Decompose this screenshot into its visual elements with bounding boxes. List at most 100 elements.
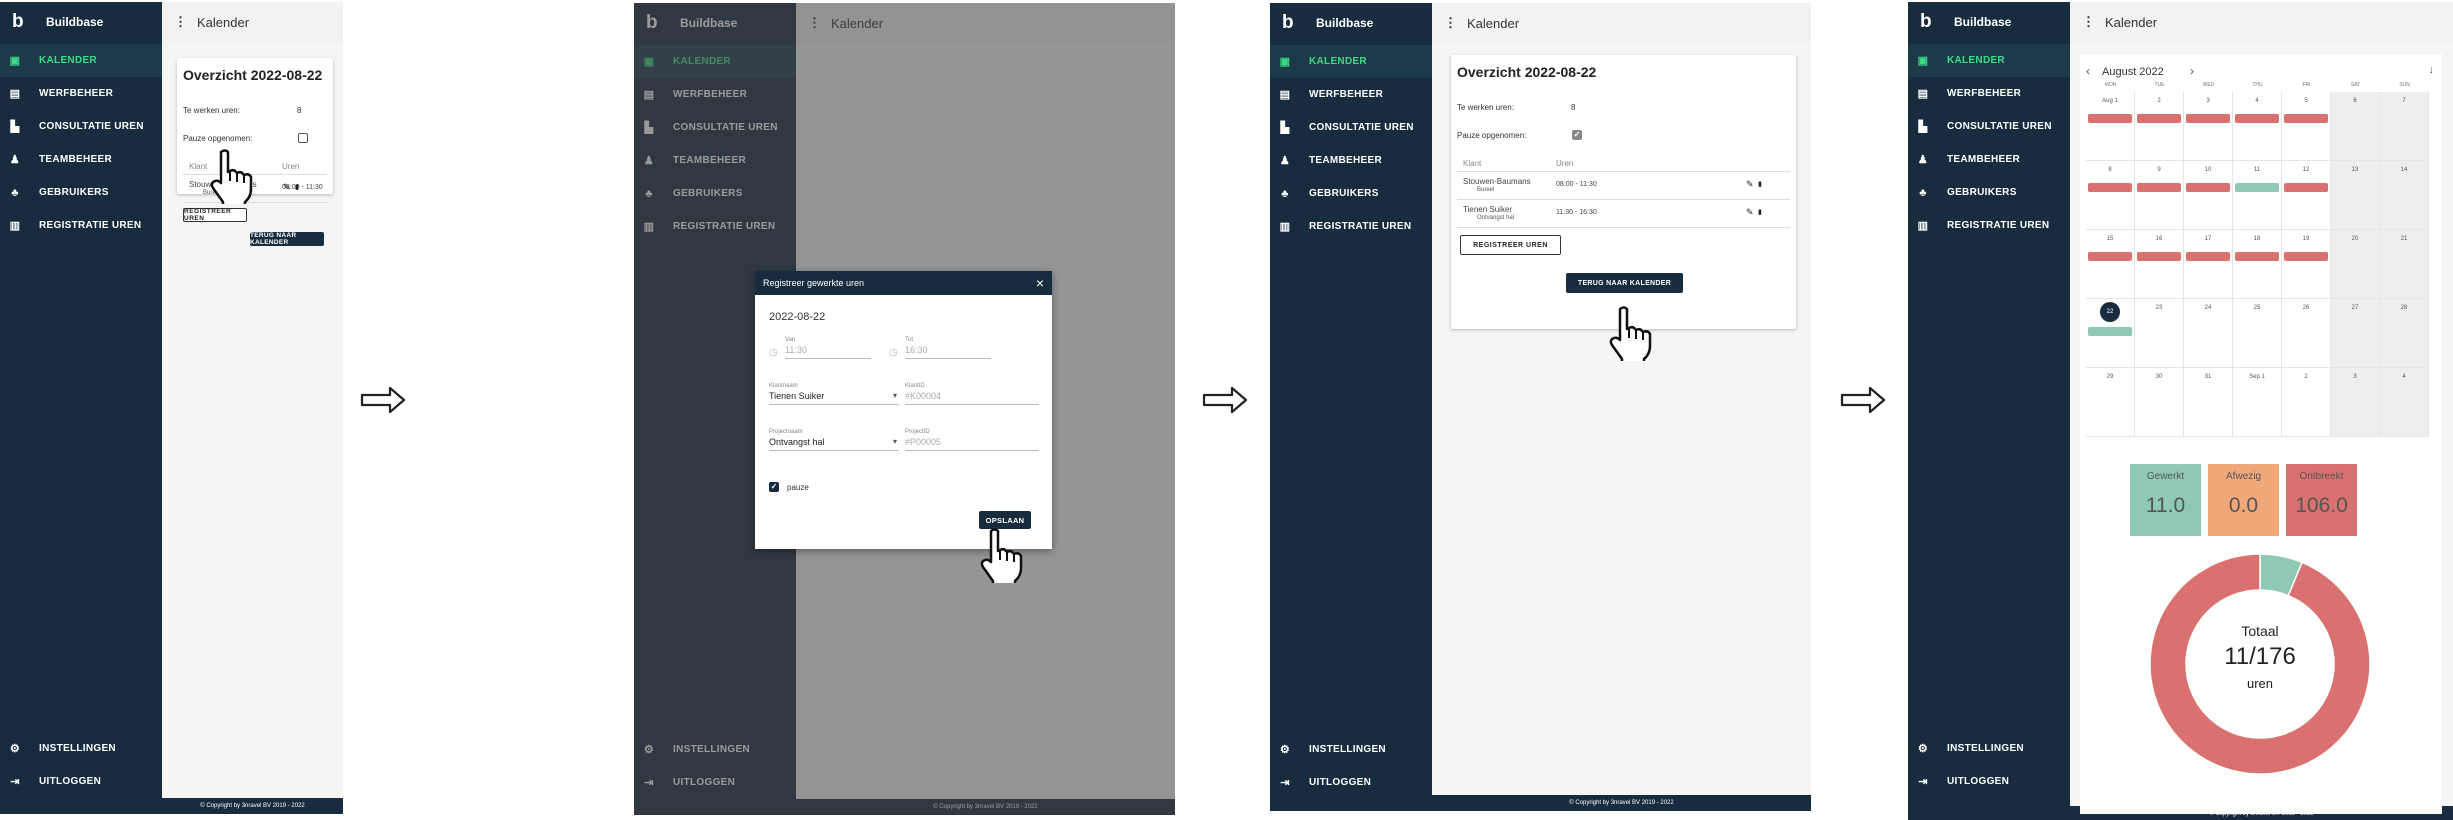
sidebar-item-instellingen[interactable]: ⚙ INSTELLINGEN	[1270, 733, 1432, 766]
menu-dots-icon[interactable]: ⋮	[174, 14, 187, 30]
next-month-icon[interactable]: ›	[2190, 64, 2194, 78]
calendar-event-bar[interactable]	[2088, 114, 2132, 123]
delete-icon[interactable]: ▮	[1758, 208, 1762, 216]
calendar-day[interactable]: 25	[2233, 299, 2282, 368]
calendar-day[interactable]: 15	[2086, 230, 2135, 299]
calendar-event-bar[interactable]	[2284, 252, 2328, 261]
calendar-day[interactable]: 16	[2135, 230, 2184, 299]
calendar-event-bar[interactable]	[2137, 183, 2181, 192]
calendar-day[interactable]: 5	[2282, 92, 2331, 161]
menu-dots-icon[interactable]: ⋮	[2082, 14, 2095, 30]
calendar-day[interactable]: 12	[2282, 161, 2331, 230]
calendar-day[interactable]: 22	[2086, 299, 2135, 368]
calendar-day[interactable]: 28	[2380, 299, 2429, 368]
calendar-event-bar[interactable]	[2284, 183, 2328, 192]
sidebar-item-instellingen[interactable]: ⚙ INSTELLINGEN	[1908, 732, 2070, 765]
calendar-event-bar[interactable]	[2235, 114, 2279, 123]
chevron-down-icon[interactable]: ▾	[893, 437, 897, 446]
calendar-day[interactable]: 31	[2184, 368, 2233, 437]
calendar-event-bar[interactable]	[2186, 183, 2230, 192]
pause-checkbox[interactable]	[298, 133, 308, 143]
sidebar-item-registratie-uren[interactable]: ▥ REGISTRATIE UREN	[1270, 210, 1432, 243]
sidebar-item-kalender[interactable]: ▣ KALENDER	[0, 44, 162, 77]
chevron-down-icon[interactable]: ▾	[893, 391, 897, 400]
calendar-event-bar[interactable]	[2186, 252, 2230, 261]
calendar-day[interactable]: 2	[2282, 368, 2331, 437]
calendar-day[interactable]: 6	[2331, 92, 2380, 161]
klantnaam-field[interactable]: Tienen Suiker ▾	[769, 391, 899, 405]
calendar-event-bar[interactable]	[2137, 252, 2181, 261]
calendar-day[interactable]: 8	[2086, 161, 2135, 230]
delete-icon[interactable]: ▮	[1758, 180, 1762, 188]
sidebar-item-teambeheer[interactable]: ♟ TEAMBEHEER	[1908, 143, 2070, 176]
calendar-day[interactable]: 29	[2086, 368, 2135, 437]
calendar-day[interactable]: Sep 1	[2233, 368, 2282, 437]
calendar-day[interactable]: 10	[2184, 161, 2233, 230]
calendar-day[interactable]: 2	[2135, 92, 2184, 161]
sidebar-item-consultatie-uren[interactable]: ▙ CONSULTATIE UREN	[0, 110, 162, 143]
sidebar-item-werfbeheer[interactable]: ▤ WERFBEHEER	[0, 77, 162, 110]
sidebar-item-kalender[interactable]: ▣ KALENDER	[1270, 45, 1432, 78]
calendar-event-bar[interactable]	[2235, 183, 2279, 192]
calendar-day[interactable]: 4	[2233, 92, 2282, 161]
calendar-day[interactable]: 21	[2380, 230, 2429, 299]
register-hours-button[interactable]: REGISTREER UREN	[183, 208, 247, 222]
calendar-day[interactable]: 24	[2184, 299, 2233, 368]
back-to-calendar-button[interactable]: TERUG NAAR KALENDER	[250, 232, 324, 246]
calendar-event-bar[interactable]	[2088, 327, 2132, 336]
sidebar-item-gebruikers[interactable]: ♣ GEBRUIKERS	[1908, 176, 2070, 209]
calendar-day[interactable]: 19	[2282, 230, 2331, 299]
sidebar-item-consultatie-uren[interactable]: ▙ CONSULTATIE UREN	[1908, 110, 2070, 143]
sidebar-item-teambeheer[interactable]: ♟ TEAMBEHEER	[1270, 144, 1432, 177]
sidebar-item-werfbeheer[interactable]: ▤ WERFBEHEER	[1270, 78, 1432, 111]
calendar-event-bar[interactable]	[2186, 114, 2230, 123]
calendar-day[interactable]: 26	[2282, 299, 2331, 368]
sidebar-item-kalender[interactable]: ▣ KALENDER	[1908, 44, 2070, 77]
calendar-day[interactable]: Aug 1	[2086, 92, 2135, 161]
edit-icon[interactable]: ✎	[283, 182, 291, 193]
calendar-day[interactable]: 9	[2135, 161, 2184, 230]
calendar-day[interactable]: 3	[2184, 92, 2233, 161]
calendar-day[interactable]: 30	[2135, 368, 2184, 437]
pause-checkbox[interactable]: ✓	[1572, 130, 1582, 140]
overview-title: Overzicht 2022-08-22	[1457, 64, 1597, 80]
delete-icon[interactable]: ▮	[295, 183, 299, 191]
sidebar-item-consultatie-uren[interactable]: ▙ CONSULTATIE UREN	[1270, 111, 1432, 144]
sidebar-item-gebruikers[interactable]: ♣ GEBRUIKERS	[0, 176, 162, 209]
calendar-day[interactable]: 3	[2331, 368, 2380, 437]
sidebar-item-instellingen[interactable]: ⚙ INSTELLINGEN	[0, 732, 162, 765]
calendar-event-bar[interactable]	[2137, 114, 2181, 123]
sidebar-item-registratie-uren[interactable]: ▥ REGISTRATIE UREN	[0, 209, 162, 242]
calendar-event-bar[interactable]	[2088, 183, 2132, 192]
calendar-day[interactable]: 18	[2233, 230, 2282, 299]
calendar-day[interactable]: 23	[2135, 299, 2184, 368]
back-to-calendar-button[interactable]: TERUG NAAR KALENDER	[1566, 273, 1683, 293]
calendar-event-bar[interactable]	[2235, 252, 2279, 261]
calendar-day[interactable]: 4	[2380, 368, 2429, 437]
sidebar-item-teambeheer[interactable]: ♟ TEAMBEHEER	[0, 143, 162, 176]
calendar-day[interactable]: 20	[2331, 230, 2380, 299]
calendar-day[interactable]: 14	[2380, 161, 2429, 230]
projectnaam-field[interactable]: Ontvangst hal ▾	[769, 437, 899, 451]
sidebar-item-werfbeheer[interactable]: ▤ WERFBEHEER	[1908, 77, 2070, 110]
menu-dots-icon[interactable]: ⋮	[1444, 15, 1457, 31]
calendar-day[interactable]: 17	[2184, 230, 2233, 299]
sidebar-item-uitloggen[interactable]: ⇥ UITLOGGEN	[1908, 765, 2070, 798]
sidebar-item-uitloggen[interactable]: ⇥ UITLOGGEN	[1270, 766, 1432, 799]
download-icon[interactable]: ↓	[2429, 64, 2435, 76]
sidebar-item-gebruikers[interactable]: ♣ GEBRUIKERS	[1270, 177, 1432, 210]
calendar-event-bar[interactable]	[2284, 114, 2328, 123]
close-icon[interactable]: ×	[1036, 275, 1044, 291]
calendar-day[interactable]: 13	[2331, 161, 2380, 230]
calendar-day[interactable]: 7	[2380, 92, 2429, 161]
register-hours-button[interactable]: REGISTREER UREN	[1460, 235, 1561, 255]
edit-icon[interactable]: ✎	[1746, 207, 1754, 218]
pause-checkbox[interactable]: ✓	[769, 482, 779, 492]
calendar-event-bar[interactable]	[2088, 252, 2132, 261]
sidebar-item-uitloggen[interactable]: ⇥ UITLOGGEN	[0, 765, 162, 798]
edit-icon[interactable]: ✎	[1746, 179, 1754, 190]
sidebar-item-registratie-uren[interactable]: ▥ REGISTRATIE UREN	[1908, 209, 2070, 242]
calendar-day[interactable]: 27	[2331, 299, 2380, 368]
calendar-day[interactable]: 11	[2233, 161, 2282, 230]
prev-month-icon[interactable]: ‹	[2086, 64, 2090, 78]
